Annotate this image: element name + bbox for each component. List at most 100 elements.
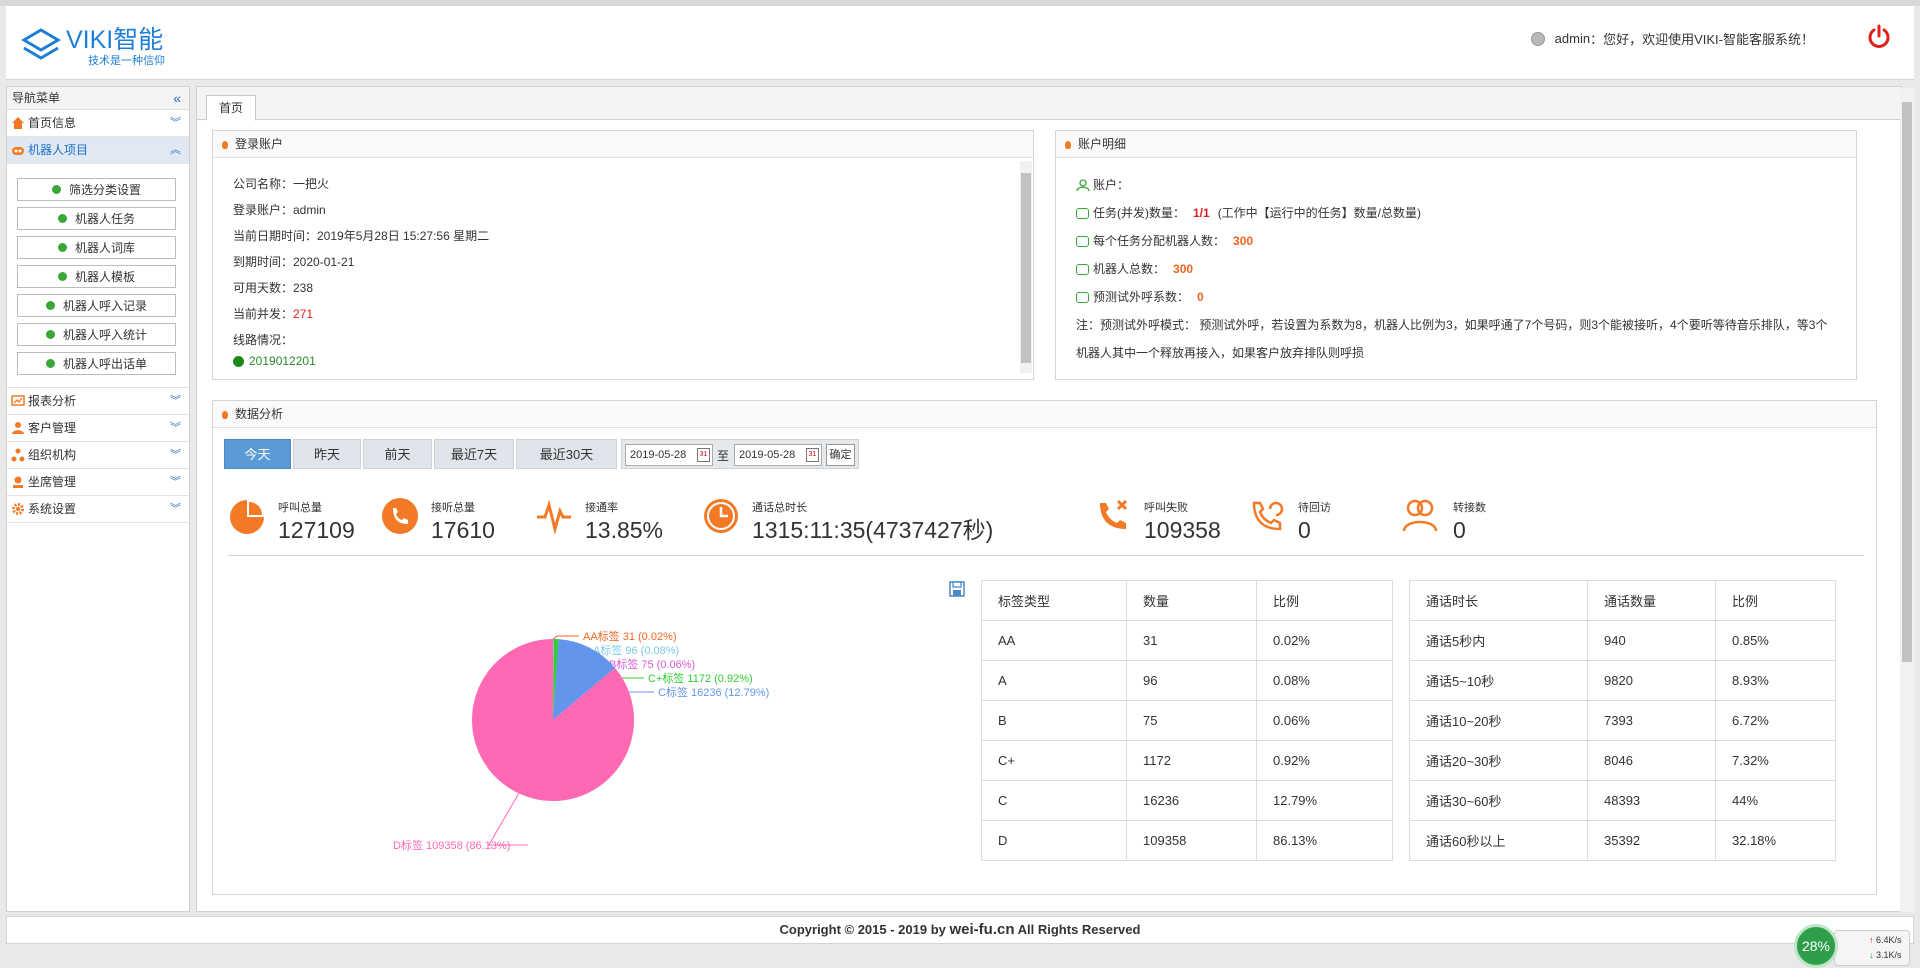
gear-icon xyxy=(12,503,24,515)
detail-tasks: 任务(并发)数量： 1/1 (工作中【运行中的任务】数量/总数量) xyxy=(1076,199,1836,227)
tab-home[interactable]: 首页 xyxy=(206,95,257,121)
concurrency-value: 271 xyxy=(293,307,314,321)
page-scrollbar[interactable] xyxy=(1900,88,1914,912)
table-cell: 16236 xyxy=(1126,780,1257,821)
report-icon xyxy=(11,395,25,406)
table-cell: 32.18% xyxy=(1715,820,1836,861)
submenu-filter-settings[interactable]: 筛选分类设置 xyxy=(17,178,176,201)
table-cell: 7393 xyxy=(1587,700,1716,741)
panel-scrollbar[interactable] xyxy=(1020,161,1032,373)
panel-header: 登录账户 xyxy=(213,131,1033,158)
robot-total-value: 300 xyxy=(1173,262,1194,276)
stat-total-calls: 呼叫总量 127109 xyxy=(228,497,355,543)
table-cell: 通话30~60秒 xyxy=(1409,780,1588,821)
menu-agents[interactable]: 坐席管理 ︾ xyxy=(7,469,189,496)
column-header: 通话时长 xyxy=(1409,580,1588,621)
divider xyxy=(228,555,1864,556)
table-cell: 44% xyxy=(1715,780,1836,821)
table-cell: C+ xyxy=(981,740,1127,781)
menu-reports-label: 报表分析 xyxy=(28,393,77,408)
net-speed-box: ↑ 6.4K/s ↓ 3.1K/s xyxy=(1834,930,1910,966)
page-scroll-thumb[interactable] xyxy=(1902,102,1912,662)
tasks-value: 1/1 xyxy=(1193,206,1210,220)
filter-today-button[interactable]: 今天 xyxy=(224,439,291,469)
account-detail: 账户： 任务(并发)数量： 1/1 (工作中【运行中的任务】数量/总数量) 每个任务… xyxy=(1076,171,1836,367)
menu-organization[interactable]: 组织机构 ︾ xyxy=(7,442,189,469)
table-row: 通话5秒内 940 0.85% xyxy=(1409,620,1836,661)
table-row: D 109358 86.13% xyxy=(981,820,1393,861)
date-from-input[interactable]: 2019-05-28 31 xyxy=(625,444,713,466)
filter-7-days-button[interactable]: 最近7天 xyxy=(434,439,514,469)
panel-title: 登录账户 xyxy=(235,137,284,151)
stat-value: 17610 xyxy=(431,517,495,543)
down-arrow-icon: ↓ xyxy=(1869,950,1874,960)
detail-per-task: 每个任务分配机器人数： 300 xyxy=(1076,227,1836,255)
menu-reports[interactable]: 报表分析 ︾ xyxy=(7,388,189,415)
collapse-sidebar-icon[interactable]: « xyxy=(173,87,181,110)
data-analysis-panel: 数据分析 今天 昨天 前天 最近7天 最近30天 2019-05-28 31 至 … xyxy=(212,400,1877,895)
submenu-robot-template[interactable]: 机器人模板 xyxy=(17,265,176,288)
site-link[interactable]: wei-fu.cn xyxy=(950,921,1015,938)
green-dot-icon xyxy=(57,214,67,223)
submenu-inbound-records[interactable]: 机器人呼入记录 xyxy=(17,294,176,317)
current-concurrency: 当前并发：271 xyxy=(233,301,489,327)
pie-slice-label: B标签 75 (0.06%) xyxy=(609,657,695,671)
date-from-value: 2019-05-28 xyxy=(630,449,687,461)
menu-organization-label: 组织机构 xyxy=(28,447,77,462)
filter-day-before-button[interactable]: 前天 xyxy=(363,439,432,469)
pie-label-line xyxy=(487,793,528,846)
pie-label-line xyxy=(552,635,579,640)
submenu-label: 机器人模板 xyxy=(74,270,135,284)
database-icon xyxy=(1076,207,1089,219)
menu-customers-label: 客户管理 xyxy=(28,420,77,435)
network-speed-widget[interactable]: ↑ 6.4K/s ↓ 3.1K/s 28% xyxy=(1790,922,1920,968)
submenu-robot-lexicon[interactable]: 机器人词库 xyxy=(17,236,176,259)
stat-value: 0 xyxy=(1298,517,1311,543)
menu-robot-project[interactable]: 机器人项目 ︽ xyxy=(7,137,189,164)
scroll-thumb[interactable] xyxy=(1021,173,1031,363)
database-icon xyxy=(1076,235,1089,247)
submenu-robot-task[interactable]: 机器人任务 xyxy=(17,207,176,230)
date-range-box: 2019-05-28 31 至 2019-05-28 31 确定 xyxy=(621,439,859,469)
submenu-outbound-bills[interactable]: 机器人呼出话单 xyxy=(17,352,176,375)
submenu-inbound-stats[interactable]: 机器人呼入统计 xyxy=(17,323,176,346)
save-chart-icon[interactable] xyxy=(948,580,966,598)
user-name[interactable]: admin xyxy=(1555,31,1590,46)
home-icon xyxy=(12,117,24,129)
stat-label: 呼叫总量 xyxy=(278,502,322,514)
filter-yesterday-button[interactable]: 昨天 xyxy=(293,439,361,469)
table-cell: 0.02% xyxy=(1256,620,1393,661)
chevron-up-icon: ︽ xyxy=(170,144,181,156)
submenu-label: 机器人呼入记录 xyxy=(62,299,147,313)
calendar-icon[interactable]: 31 xyxy=(697,448,710,462)
filter-30-days-button[interactable]: 最近30天 xyxy=(516,439,617,469)
customer-icon xyxy=(12,422,24,434)
pin-icon xyxy=(222,141,228,149)
pie-slice-label: C+标签 1172 (0.92%) xyxy=(648,671,753,685)
table-cell: 通话10~20秒 xyxy=(1409,700,1588,741)
menu-home[interactable]: 首页信息 ︾ xyxy=(7,110,189,137)
stat-value: 0 xyxy=(1453,517,1466,543)
table-row: 通话20~30秒 8046 7.32% xyxy=(1409,740,1836,781)
phone-icon xyxy=(382,498,418,534)
menu-settings[interactable]: 系统设置 ︾ xyxy=(7,496,189,523)
table-cell: 12.79% xyxy=(1256,780,1393,821)
date-to-label: 至 xyxy=(717,449,730,463)
confirm-button[interactable]: 确定 xyxy=(826,444,855,466)
calendar-icon[interactable]: 31 xyxy=(806,448,819,462)
table-cell: 109358 xyxy=(1126,820,1257,861)
detail-label: 每个任务分配机器人数： xyxy=(1093,234,1226,248)
date-to-input[interactable]: 2019-05-28 31 xyxy=(734,444,822,466)
app-header: VIKI智能 技术是一种信仰 admin ：您好，欢迎使用VIKI-智能客服系统… xyxy=(6,6,1914,80)
green-dot-icon xyxy=(57,272,67,281)
detail-label: 预测试外呼系数： xyxy=(1093,290,1190,304)
chevron-down-icon: ︾ xyxy=(170,422,181,434)
chevron-down-icon: ︾ xyxy=(170,449,181,461)
menu-customers[interactable]: 客户管理 ︾ xyxy=(7,415,189,442)
submenu-label: 机器人词库 xyxy=(74,241,135,255)
date-filter-bar: 今天 昨天 前天 最近7天 最近30天 2019-05-28 31 至 2019-… xyxy=(224,439,874,471)
logo[interactable]: VIKI智能 技术是一种信仰 xyxy=(20,26,165,68)
power-icon[interactable] xyxy=(1866,24,1892,50)
detail-label: 任务(并发)数量： xyxy=(1093,206,1185,220)
database-icon xyxy=(1076,291,1089,303)
